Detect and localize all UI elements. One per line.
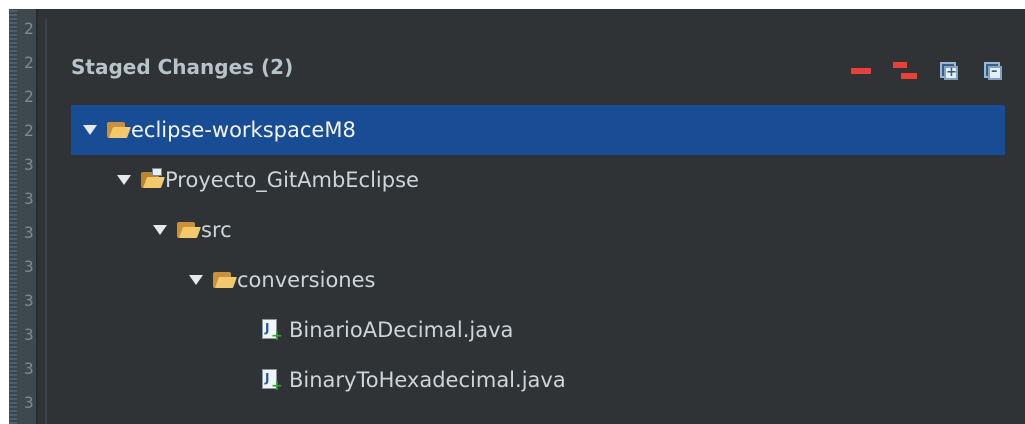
- line-number: 3: [24, 325, 34, 344]
- tree-row-conversiones[interactable]: conversiones: [71, 255, 1005, 305]
- folder-icon: [175, 220, 202, 240]
- line-number: 3: [24, 155, 34, 174]
- line-number: 3: [24, 291, 34, 310]
- line-number: 2: [24, 87, 34, 106]
- line-number: 3: [24, 257, 34, 276]
- expanded-arrow-icon[interactable]: [117, 175, 131, 185]
- line-number: 2: [24, 53, 34, 72]
- tree-row-src[interactable]: src: [71, 205, 1005, 255]
- line-number: 3: [24, 359, 34, 378]
- unstage-all-icon[interactable]: [893, 59, 917, 83]
- tree-row-file[interactable]: J + BinarioADecimal.java: [71, 305, 1005, 355]
- expanded-arrow-icon[interactable]: [83, 125, 97, 135]
- plus-glyph: +: [946, 65, 957, 80]
- tree-label: BinaryToHexadecimal.java: [289, 368, 566, 392]
- panel-toolbar: + –: [829, 59, 1005, 83]
- staged-changes-panel: Staged Changes (2) + – eclipse-workspace…: [45, 19, 1025, 424]
- line-number: 2: [24, 121, 34, 140]
- folder-icon: [105, 120, 132, 140]
- java-file-added-icon: J +: [259, 319, 283, 343]
- line-number: 3: [24, 189, 34, 208]
- tree-label: eclipse-workspaceM8: [131, 118, 356, 142]
- project-folder-icon: [139, 168, 166, 190]
- expanded-arrow-icon[interactable]: [153, 225, 167, 235]
- tree-row-workspace[interactable]: eclipse-workspaceM8: [71, 105, 1005, 155]
- java-file-added-icon: J +: [259, 369, 283, 393]
- window-frame: 2 2 2 2 3 3 3 3 3 3 3 3 Staged Changes (…: [9, 9, 1025, 424]
- gutter-stripe: [9, 9, 17, 424]
- minus-glyph: –: [991, 64, 998, 79]
- unstage-icon[interactable]: [849, 59, 873, 83]
- tree-row-file[interactable]: J + BinaryToHexadecimal.java: [71, 355, 1005, 405]
- tree-label: src: [201, 218, 232, 242]
- tree-row-project[interactable]: Proyecto_GitAmbEclipse: [71, 155, 1005, 205]
- expand-all-icon[interactable]: +: [937, 59, 961, 83]
- panel-title: Staged Changes (2): [71, 55, 294, 79]
- line-number: 3: [24, 223, 34, 242]
- tree-label: Proyecto_GitAmbEclipse: [165, 168, 419, 192]
- tree-label: conversiones: [237, 268, 376, 292]
- folder-icon: [211, 270, 238, 290]
- tree-label: BinarioADecimal.java: [289, 318, 514, 342]
- staged-tree: eclipse-workspaceM8 Proyecto_GitAmbEclip…: [71, 105, 1005, 405]
- line-number: 2: [24, 19, 34, 38]
- expanded-arrow-icon[interactable]: [189, 275, 203, 285]
- line-number: 3: [24, 393, 34, 412]
- editor-gutter: 2 2 2 2 3 3 3 3 3 3 3 3: [9, 9, 38, 424]
- collapse-all-icon[interactable]: –: [981, 59, 1005, 83]
